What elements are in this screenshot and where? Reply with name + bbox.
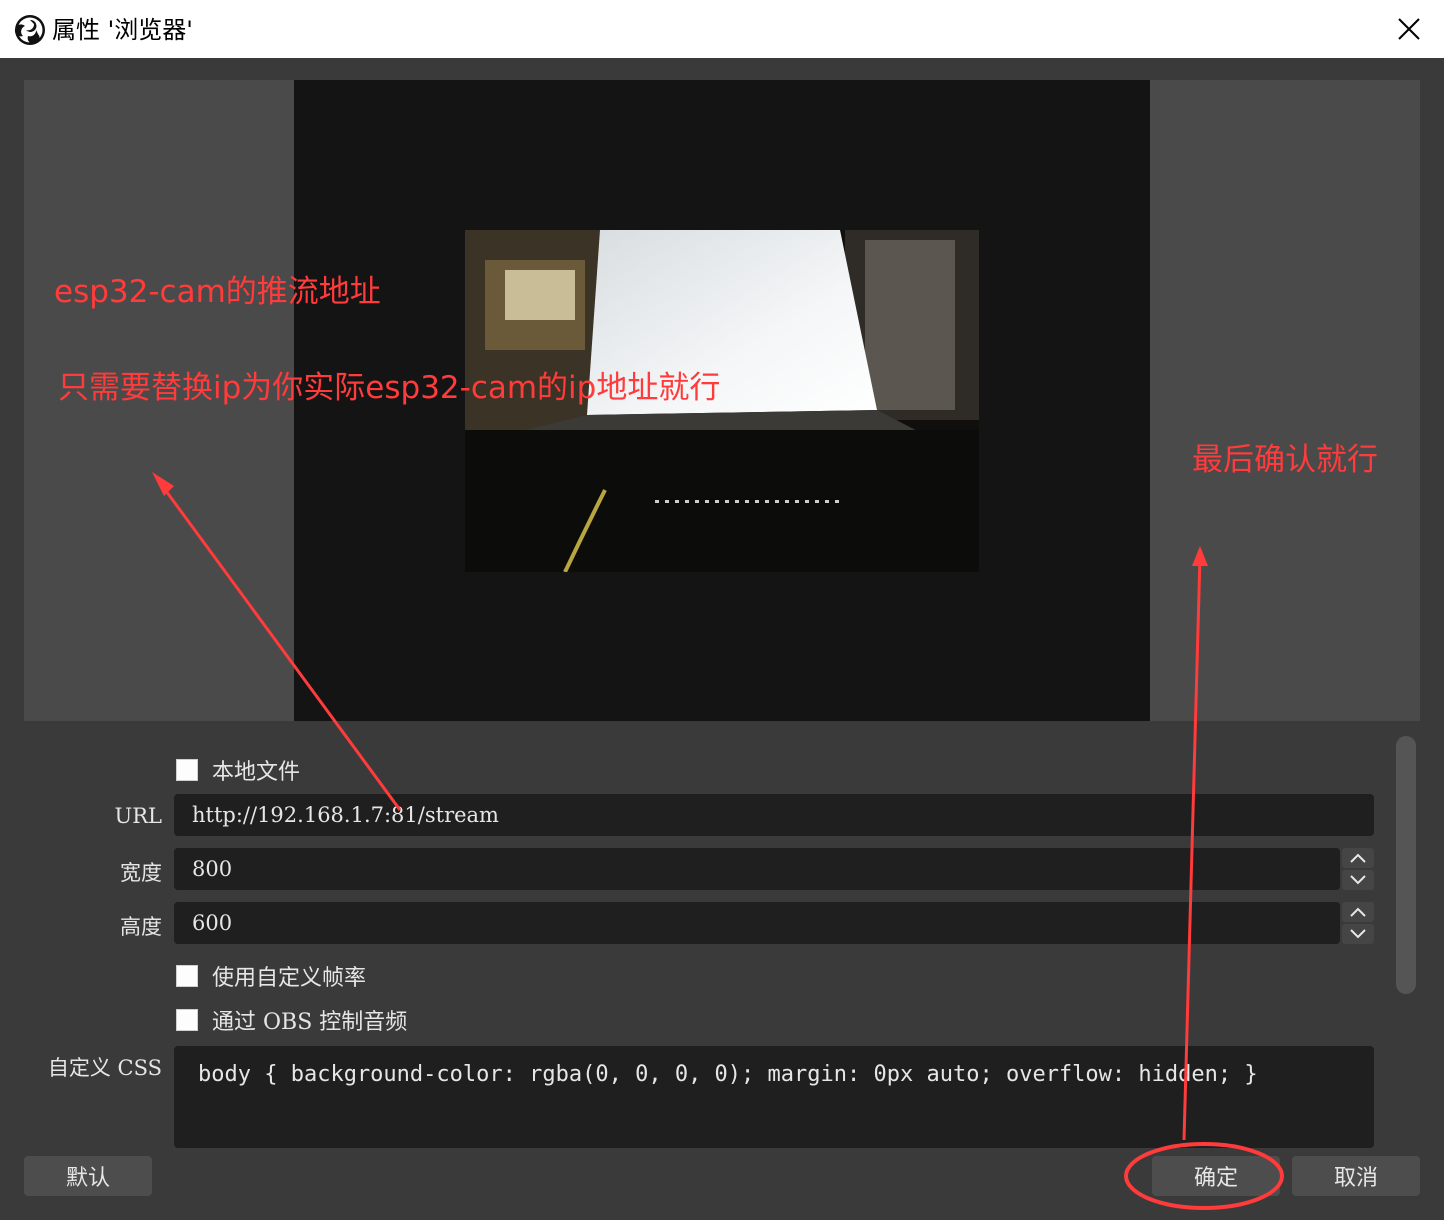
- height-increment-button[interactable]: [1342, 902, 1374, 922]
- cancel-button[interactable]: 取消: [1292, 1156, 1420, 1196]
- height-label: 高度: [120, 915, 162, 939]
- width-decrement-button[interactable]: [1342, 870, 1374, 890]
- local-file-row: 本地文件: [176, 754, 300, 786]
- width-input[interactable]: 800: [174, 848, 1340, 890]
- close-icon: [1398, 18, 1420, 40]
- custom-fps-row: 使用自定义帧率: [176, 960, 366, 992]
- defaults-button[interactable]: 默认: [24, 1156, 152, 1196]
- chevron-up-icon: [1350, 853, 1366, 863]
- control-audio-row: 通过 OBS 控制音频: [176, 1004, 407, 1036]
- url-label: URL: [114, 804, 162, 828]
- control-audio-checkbox[interactable]: [176, 1009, 198, 1031]
- close-button[interactable]: [1374, 0, 1444, 58]
- annotation-replace-ip: 只需要替换ip为你实际esp32-cam的ip地址就行: [58, 370, 721, 406]
- annotation-confirm: 最后确认就行: [1192, 442, 1378, 478]
- obs-logo-icon: [14, 15, 45, 45]
- dialog-content: 本地文件 URL http://192.168.1.7:81/stream 宽度…: [0, 58, 1444, 1220]
- annotation-stream-address: esp32-cam的推流地址: [54, 274, 381, 310]
- local-file-checkbox[interactable]: [176, 759, 198, 781]
- height-input[interactable]: 600: [174, 902, 1340, 944]
- width-stepper: [1342, 848, 1374, 890]
- window-title: 属性 '浏览器': [52, 16, 193, 44]
- local-file-label: 本地文件: [212, 760, 301, 785]
- width-increment-button[interactable]: [1342, 848, 1374, 868]
- ok-button[interactable]: 确定: [1152, 1156, 1280, 1196]
- control-audio-label: 通过 OBS 控制音频: [212, 1010, 408, 1035]
- custom-fps-label: 使用自定义帧率: [212, 966, 367, 991]
- url-input[interactable]: http://192.168.1.7:81/stream: [174, 794, 1374, 836]
- chevron-down-icon: [1350, 875, 1366, 885]
- properties-scrollbar[interactable]: [1396, 736, 1416, 994]
- chevron-up-icon: [1350, 907, 1366, 917]
- title-bar: 属性 '浏览器': [0, 0, 1444, 59]
- height-decrement-button[interactable]: [1342, 924, 1374, 944]
- chevron-down-icon: [1350, 929, 1366, 939]
- height-stepper: [1342, 902, 1374, 944]
- width-label: 宽度: [120, 861, 162, 885]
- custom-css-textarea[interactable]: body { background-color: rgba(0, 0, 0, 0…: [174, 1046, 1374, 1148]
- custom-fps-checkbox[interactable]: [176, 965, 198, 987]
- custom-css-label: 自定义 CSS: [47, 1056, 162, 1080]
